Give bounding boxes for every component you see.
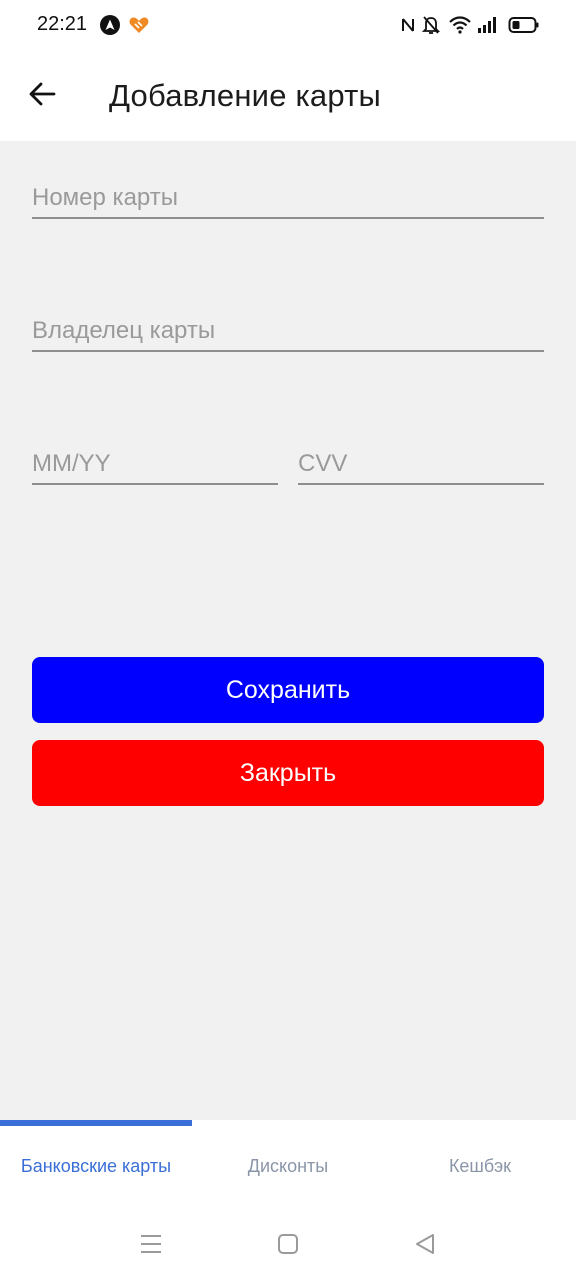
status-bar: 22:21	[0, 0, 576, 52]
close-button[interactable]: Закрыть	[32, 740, 544, 806]
save-button[interactable]: Сохранить	[32, 657, 544, 723]
signal-icon	[476, 15, 498, 35]
system-nav-bar	[0, 1212, 576, 1280]
tab-label: Кешбэк	[448, 1155, 512, 1176]
bell-off-icon	[421, 15, 441, 35]
status-time: 22:21	[37, 13, 88, 35]
navigation-app-icon	[100, 15, 120, 35]
tab-bank-cards[interactable]: Банковские карты	[0, 1120, 192, 1212]
tab-cashback[interactable]: Кешбэк	[384, 1120, 576, 1212]
page-title: Добавление карты	[109, 78, 381, 113]
back-button[interactable]	[22, 76, 62, 116]
tab-label: Банковские карты	[20, 1155, 172, 1176]
heart-app-icon	[128, 15, 149, 35]
menu-icon	[138, 1232, 164, 1261]
app-bar: Добавление карты	[0, 52, 576, 141]
wifi-icon	[448, 15, 472, 35]
tab-discounts[interactable]: Дисконты	[192, 1120, 384, 1212]
add-card-form: Сохранить Закрыть	[0, 141, 576, 1120]
back-nav-button[interactable]	[411, 1232, 439, 1260]
arrow-left-icon	[27, 79, 57, 114]
menu-button[interactable]	[137, 1232, 165, 1260]
expiry-input[interactable]	[32, 447, 278, 481]
cvv-input[interactable]	[298, 447, 544, 481]
card-holder-input[interactable]	[32, 314, 544, 348]
tab-label: Дисконты	[247, 1155, 329, 1176]
battery-icon	[508, 15, 540, 35]
card-number-field	[32, 181, 544, 219]
expiry-field	[32, 447, 278, 485]
home-icon	[276, 1232, 300, 1261]
nfc-icon	[400, 15, 416, 35]
home-button[interactable]	[274, 1232, 302, 1260]
cvv-field	[298, 447, 544, 485]
card-holder-field	[32, 314, 544, 352]
card-number-input[interactable]	[32, 181, 544, 215]
bottom-tab-bar: Банковские карты Дисконты Кешбэк	[0, 1120, 576, 1212]
back-icon	[413, 1232, 437, 1261]
